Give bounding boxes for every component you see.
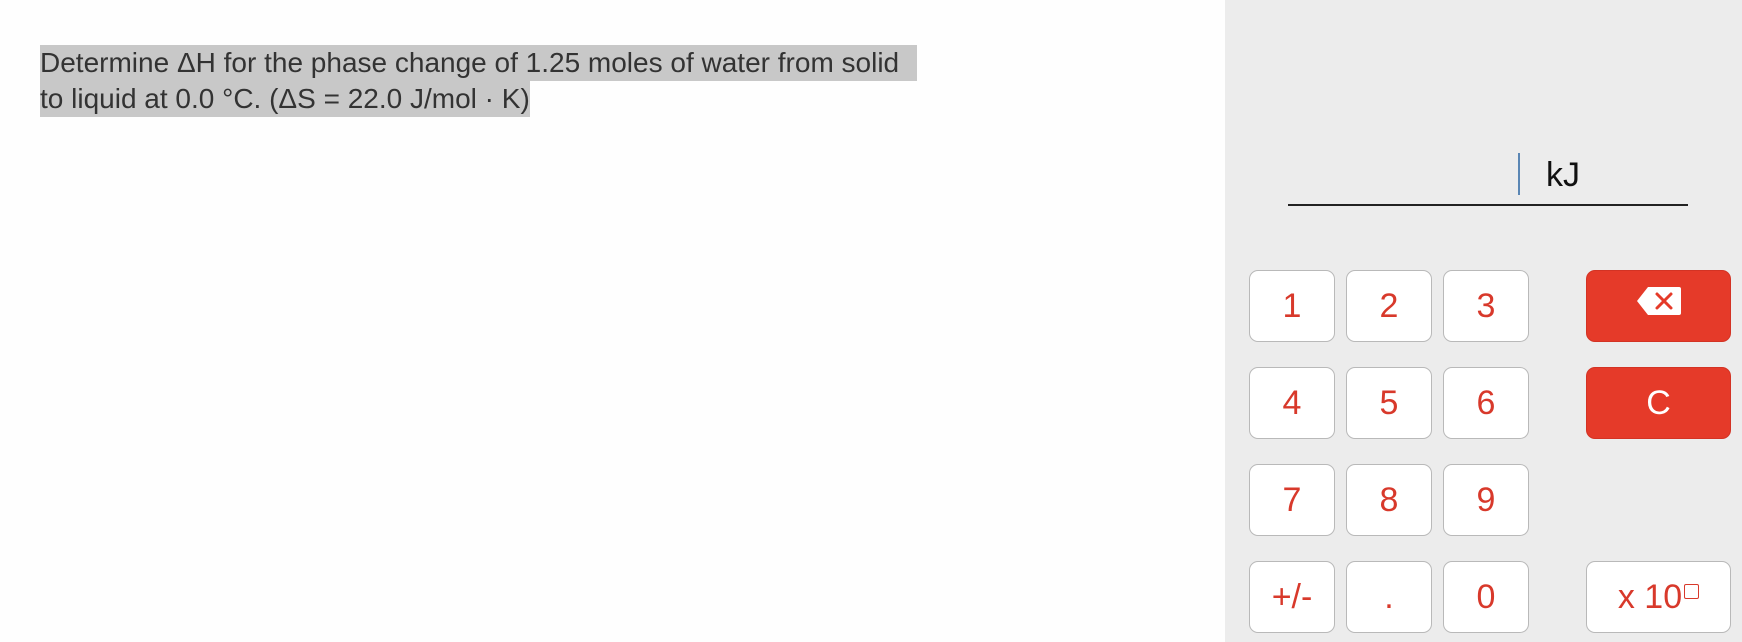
question-line-1: Determine ΔH for the phase change of 1.2…: [40, 45, 918, 81]
key-4[interactable]: 4: [1249, 367, 1335, 439]
text-cursor: [1518, 153, 1520, 195]
decimal-point-button[interactable]: .: [1346, 561, 1432, 633]
key-3[interactable]: 3: [1443, 270, 1529, 342]
exponent-label: x 10: [1617, 578, 1683, 616]
page: Determine ΔH for the phase change of 1.2…: [0, 0, 1742, 642]
sign-toggle-button[interactable]: +/-: [1249, 561, 1335, 633]
key-6[interactable]: 6: [1443, 367, 1529, 439]
key-5[interactable]: 5: [1346, 367, 1432, 439]
key-1[interactable]: 1: [1249, 270, 1335, 342]
key-9[interactable]: 9: [1443, 464, 1529, 536]
key-2[interactable]: 2: [1346, 270, 1432, 342]
answer-field[interactable]: kJ: [1288, 150, 1688, 206]
clear-button[interactable]: C: [1586, 367, 1731, 439]
question-line-2: to liquid at 0.0 °C. (ΔS = 22.0 J/mol · …: [40, 81, 530, 117]
key-8[interactable]: 8: [1346, 464, 1432, 536]
key-7[interactable]: 7: [1249, 464, 1335, 536]
question-text: Determine ΔH for the phase change of 1.2…: [40, 45, 1020, 117]
key-0[interactable]: 0: [1443, 561, 1529, 633]
exponent-button[interactable]: x 10: [1586, 561, 1731, 633]
calculator-panel: kJ 1 2 3 4 5 6 C 7 8 9 +/- . 0 x 10: [1225, 0, 1742, 642]
backspace-icon: [1636, 270, 1682, 340]
square-box-icon: [1684, 584, 1700, 599]
answer-unit: kJ: [1546, 156, 1580, 194]
backspace-button[interactable]: [1586, 270, 1731, 342]
